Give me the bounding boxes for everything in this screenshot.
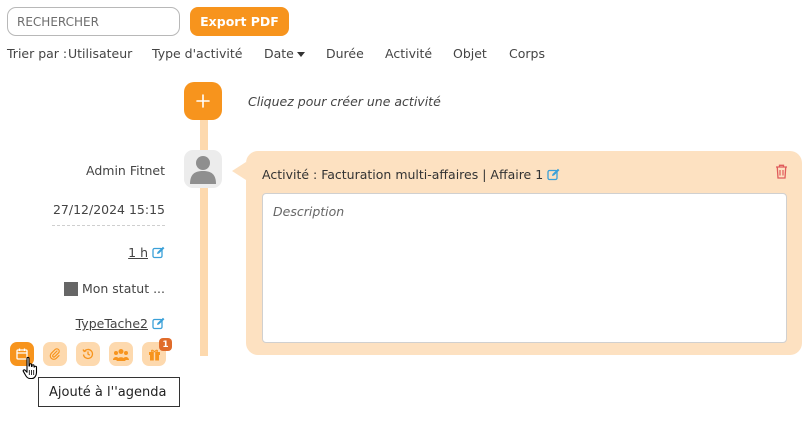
search-input[interactable] xyxy=(7,7,180,36)
sort-option-activite[interactable]: Activité xyxy=(385,46,432,61)
gift-button[interactable]: 1 xyxy=(142,338,172,366)
sort-option-corps[interactable]: Corps xyxy=(509,46,545,61)
description-textarea[interactable] xyxy=(262,193,787,343)
card-pointer xyxy=(232,162,246,180)
sort-label: Trier par : xyxy=(7,46,68,61)
participants-button[interactable] xyxy=(109,342,133,366)
duration-link[interactable]: 1 h xyxy=(128,245,148,260)
edit-icon[interactable] xyxy=(152,246,165,259)
activity-status: Mon statut ... xyxy=(63,281,165,296)
activity-title: Activité : Facturation multi-affaires | … xyxy=(262,167,560,182)
activity-task-type: TypeTache2 xyxy=(76,316,165,331)
edit-icon[interactable] xyxy=(152,317,165,330)
group-icon xyxy=(113,348,129,361)
status-label: Mon statut ... xyxy=(81,281,165,296)
sort-option-objet[interactable]: Objet xyxy=(453,46,487,61)
status-color-swatch xyxy=(63,281,78,296)
attachment-button[interactable] xyxy=(43,342,67,366)
activity-duration: 1 h xyxy=(128,245,165,260)
avatar xyxy=(184,150,222,188)
tooltip: Ajouté à l''agenda xyxy=(38,377,180,407)
gift-icon xyxy=(148,349,160,360)
create-activity-hint[interactable]: Cliquez pour créer une activité xyxy=(248,94,441,109)
edit-icon[interactable] xyxy=(547,168,560,181)
sort-option-duree[interactable]: Durée xyxy=(326,46,364,61)
history-icon xyxy=(82,348,94,360)
history-button[interactable] xyxy=(76,342,100,366)
activity-card: Activité : Facturation multi-affaires | … xyxy=(246,151,802,355)
sort-option-date[interactable]: Date xyxy=(264,46,305,61)
task-type-link[interactable]: TypeTache2 xyxy=(76,316,148,331)
sort-option-utilisateur[interactable]: Utilisateur xyxy=(68,46,132,61)
activity-user: Admin Fitnet xyxy=(86,163,165,178)
user-icon xyxy=(190,156,216,184)
export-pdf-button[interactable]: Export PDF xyxy=(190,7,289,36)
caret-down-icon xyxy=(296,52,305,57)
add-activity-button[interactable] xyxy=(184,82,222,120)
sort-option-type-activite[interactable]: Type d'activité xyxy=(152,46,242,61)
notification-badge: 1 xyxy=(159,338,172,351)
paperclip-icon xyxy=(49,348,60,360)
divider xyxy=(52,225,165,226)
activity-datetime: 27/12/2024 15:15 xyxy=(52,202,165,217)
trash-icon[interactable] xyxy=(775,164,788,179)
plus-icon xyxy=(196,94,210,108)
